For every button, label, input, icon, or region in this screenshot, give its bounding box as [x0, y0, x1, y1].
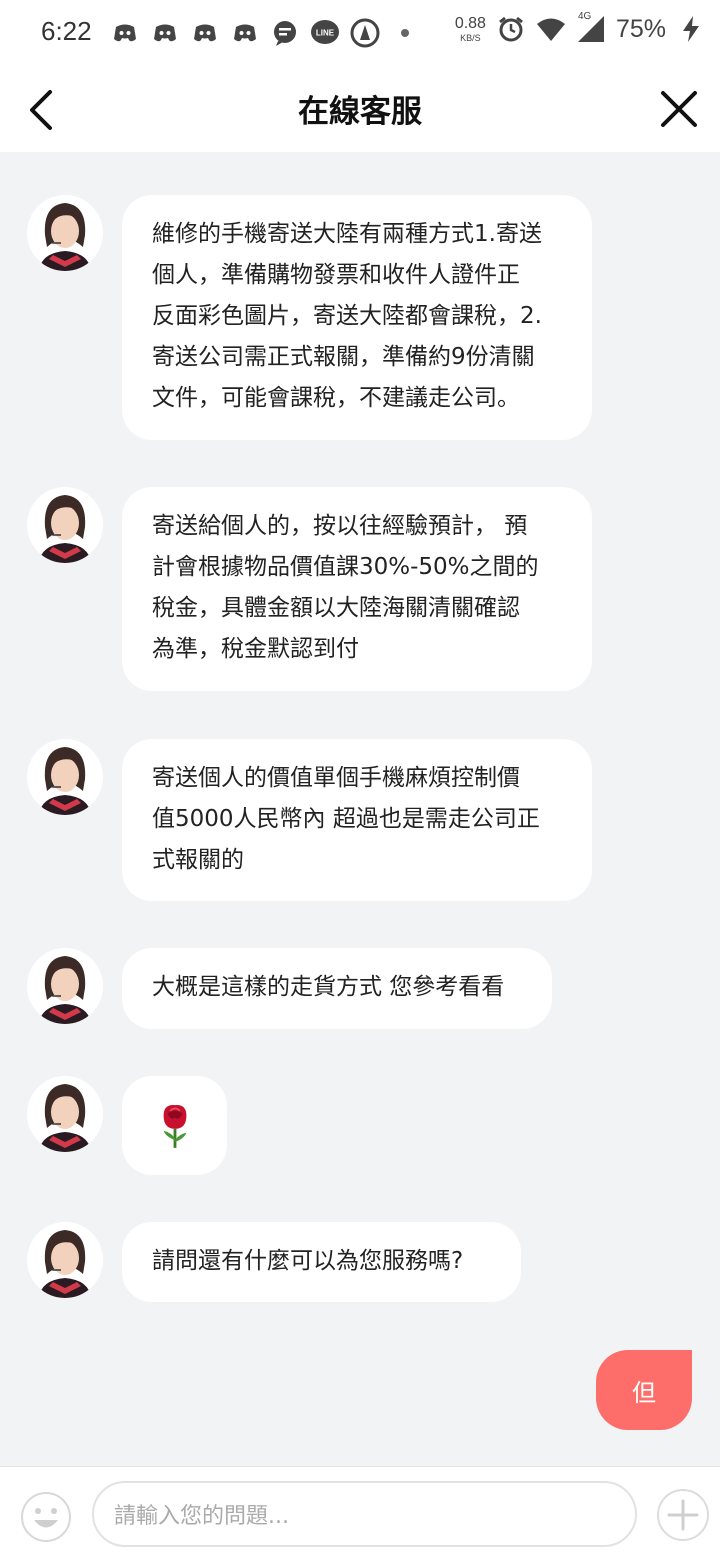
agent-message-bubble: 維修的手機寄送大陸有兩種方式1.寄送 個人，準備購物發票和收件人證件正 反面彩色…	[122, 195, 592, 440]
agent-message-bubble: 寄送個人的價值單個手機麻煩控制價 值5000人民幣內 超過也是需走公司正 式報關…	[122, 739, 592, 901]
plus-icon	[657, 1489, 709, 1541]
line-icon: LINE	[310, 18, 340, 48]
agent-message-bubble	[122, 1076, 227, 1175]
signal-icon: 4G	[576, 11, 606, 44]
agent-avatar	[27, 487, 103, 563]
chat-header: 在線客服	[0, 68, 720, 152]
alarm-icon	[496, 14, 526, 44]
discord-icon	[110, 18, 140, 48]
agent-avatar	[27, 195, 103, 271]
discord-icon	[230, 18, 260, 48]
net-speed-unit: KB/S	[460, 32, 481, 43]
network-label: 4G	[577, 11, 592, 22]
chat-icon	[270, 18, 300, 48]
close-icon	[661, 91, 697, 127]
discord-icon	[190, 18, 220, 48]
message-input[interactable]: 請輸入您的問題...	[92, 1481, 637, 1547]
svg-text:LINE: LINE	[316, 29, 335, 38]
dot-icon	[390, 18, 420, 48]
agent-avatar	[27, 948, 103, 1024]
rose-emoji	[163, 1104, 186, 1148]
notification-icons: LINE	[110, 18, 420, 48]
user-message-bubble: 但	[596, 1350, 692, 1430]
agent-message-bubble: 寄送給個人的，按以往經驗預計， 預 計會根據物品價值課30%-50%之間的 稅金…	[122, 487, 592, 691]
status-right: 0.88 KB/S 4G 75%	[454, 11, 706, 44]
input-bar: 請輸入您的問題...	[0, 1466, 720, 1561]
attach-button[interactable]	[656, 1488, 710, 1542]
page-title: 在線客服	[298, 94, 422, 130]
app-icon	[350, 18, 380, 48]
battery-percent: 75%	[615, 14, 666, 43]
agent-message-bubble: 請問還有什麼可以為您服務嗎?	[122, 1222, 521, 1302]
agent-avatar	[27, 1076, 103, 1152]
agent-message-bubble: 大概是這樣的走貨方式 您參考看看	[122, 948, 552, 1029]
agent-avatar	[27, 739, 103, 815]
charging-icon	[676, 14, 706, 44]
net-speed: 0.88 KB/S	[454, 14, 486, 43]
status-bar: 6:22 LINE 0.88 KB/S 4G 75%	[0, 0, 720, 68]
status-time: 6:22	[41, 16, 92, 46]
emoji-button[interactable]	[20, 1491, 72, 1543]
close-button[interactable]	[658, 88, 700, 130]
net-speed-value: 0.88	[454, 14, 486, 32]
agent-avatar	[27, 1222, 103, 1298]
wifi-icon	[536, 14, 566, 44]
smiley-icon	[21, 1492, 71, 1542]
discord-icon	[150, 18, 180, 48]
